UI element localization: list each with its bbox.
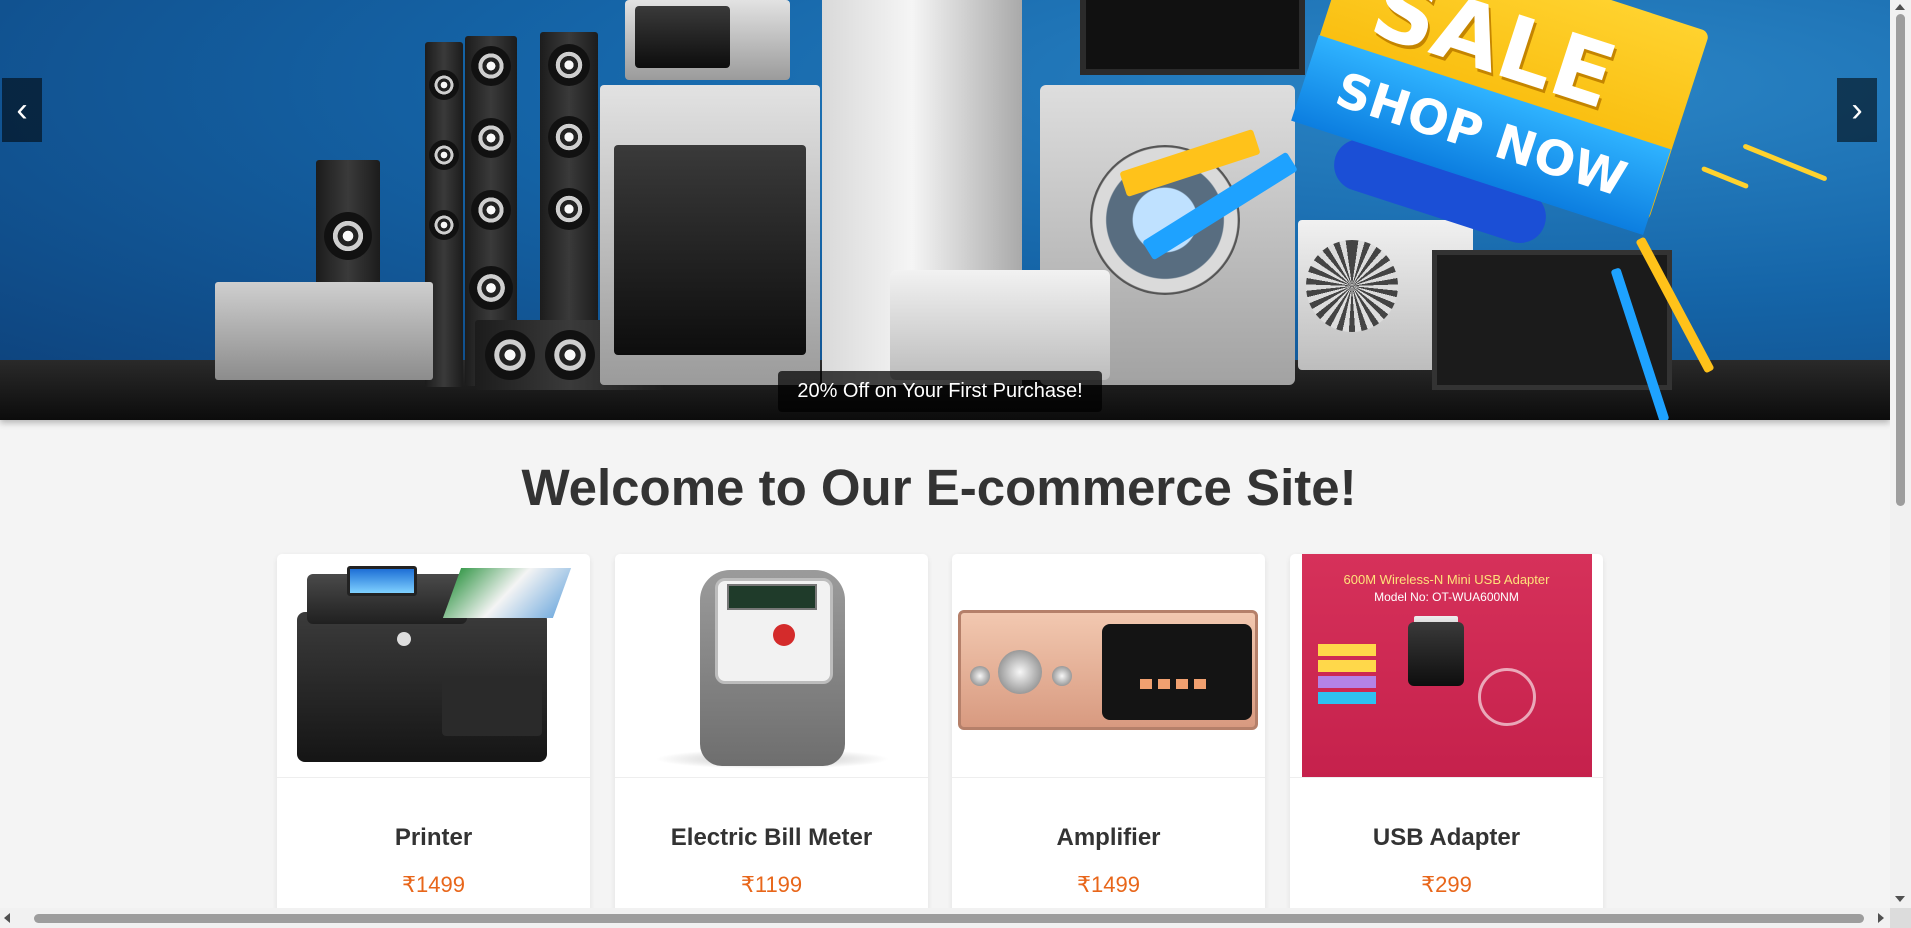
product-image-printer[interactable]: [277, 554, 590, 778]
slider-next-button[interactable]: ›: [1837, 78, 1877, 142]
scroll-right-icon[interactable]: [1878, 913, 1884, 923]
wifi-badge-icon: [1478, 668, 1536, 726]
scroll-up-icon[interactable]: [1895, 4, 1905, 10]
vertical-scrollbar[interactable]: [1890, 0, 1911, 908]
banner-speaker-left: [316, 160, 380, 285]
decor-streak: [1700, 165, 1750, 190]
decor-streak: [1742, 143, 1828, 182]
product-image-electric-meter[interactable]: [615, 554, 928, 778]
banner-caption: 20% Off on Your First Purchase!: [778, 371, 1102, 412]
product-price: ₹1199: [740, 872, 803, 897]
product-card-usb-adapter[interactable]: 600M Wireless-N Mini USB Adapter Model N…: [1290, 554, 1603, 914]
horizontal-scrollbar[interactable]: [0, 908, 1890, 928]
scroll-left-icon[interactable]: [4, 913, 10, 923]
product-name[interactable]: Electric Bill Meter: [615, 824, 928, 852]
banner-printer: [890, 270, 1110, 380]
product-image-amplifier[interactable]: [952, 554, 1265, 778]
product-name[interactable]: Amplifier: [952, 824, 1265, 852]
banner-oven: [600, 85, 820, 385]
hero-banner: SALE SHOP NOW ‹ › 20% Off on Your First …: [0, 0, 1890, 420]
page-title: Welcome to Our E-commerce Site!: [521, 459, 1357, 516]
horizontal-scroll-thumb[interactable]: [34, 914, 1864, 923]
usb-package-model: Model No: OT-WUA600NM: [1374, 590, 1519, 604]
vertical-scroll-thumb[interactable]: [1896, 14, 1905, 506]
product-card-printer[interactable]: Printer ₹1499: [277, 554, 590, 914]
banner-receiver: [215, 282, 433, 380]
product-card-electric-meter[interactable]: Electric Bill Meter ₹1199: [615, 554, 928, 914]
product-price: ₹1499: [402, 872, 465, 897]
product-card-amplifier[interactable]: Amplifier ₹1499: [952, 554, 1265, 914]
product-price: ₹299: [1421, 872, 1472, 897]
product-name[interactable]: Printer: [277, 824, 590, 852]
banner-tv: [1080, 0, 1305, 75]
scrollbar-corner: [1890, 908, 1911, 928]
slider-prev-button[interactable]: ‹: [2, 78, 42, 142]
banner-microwave: [625, 0, 790, 80]
hp-logo-icon: [397, 632, 411, 646]
product-price: ₹1499: [1077, 872, 1140, 897]
product-name[interactable]: USB Adapter: [1290, 824, 1603, 852]
product-image-usb-adapter[interactable]: 600M Wireless-N Mini USB Adapter Model N…: [1290, 554, 1603, 778]
usb-package-headline: 600M Wireless-N Mini USB Adapter: [1343, 572, 1550, 587]
scroll-down-icon[interactable]: [1895, 896, 1905, 902]
